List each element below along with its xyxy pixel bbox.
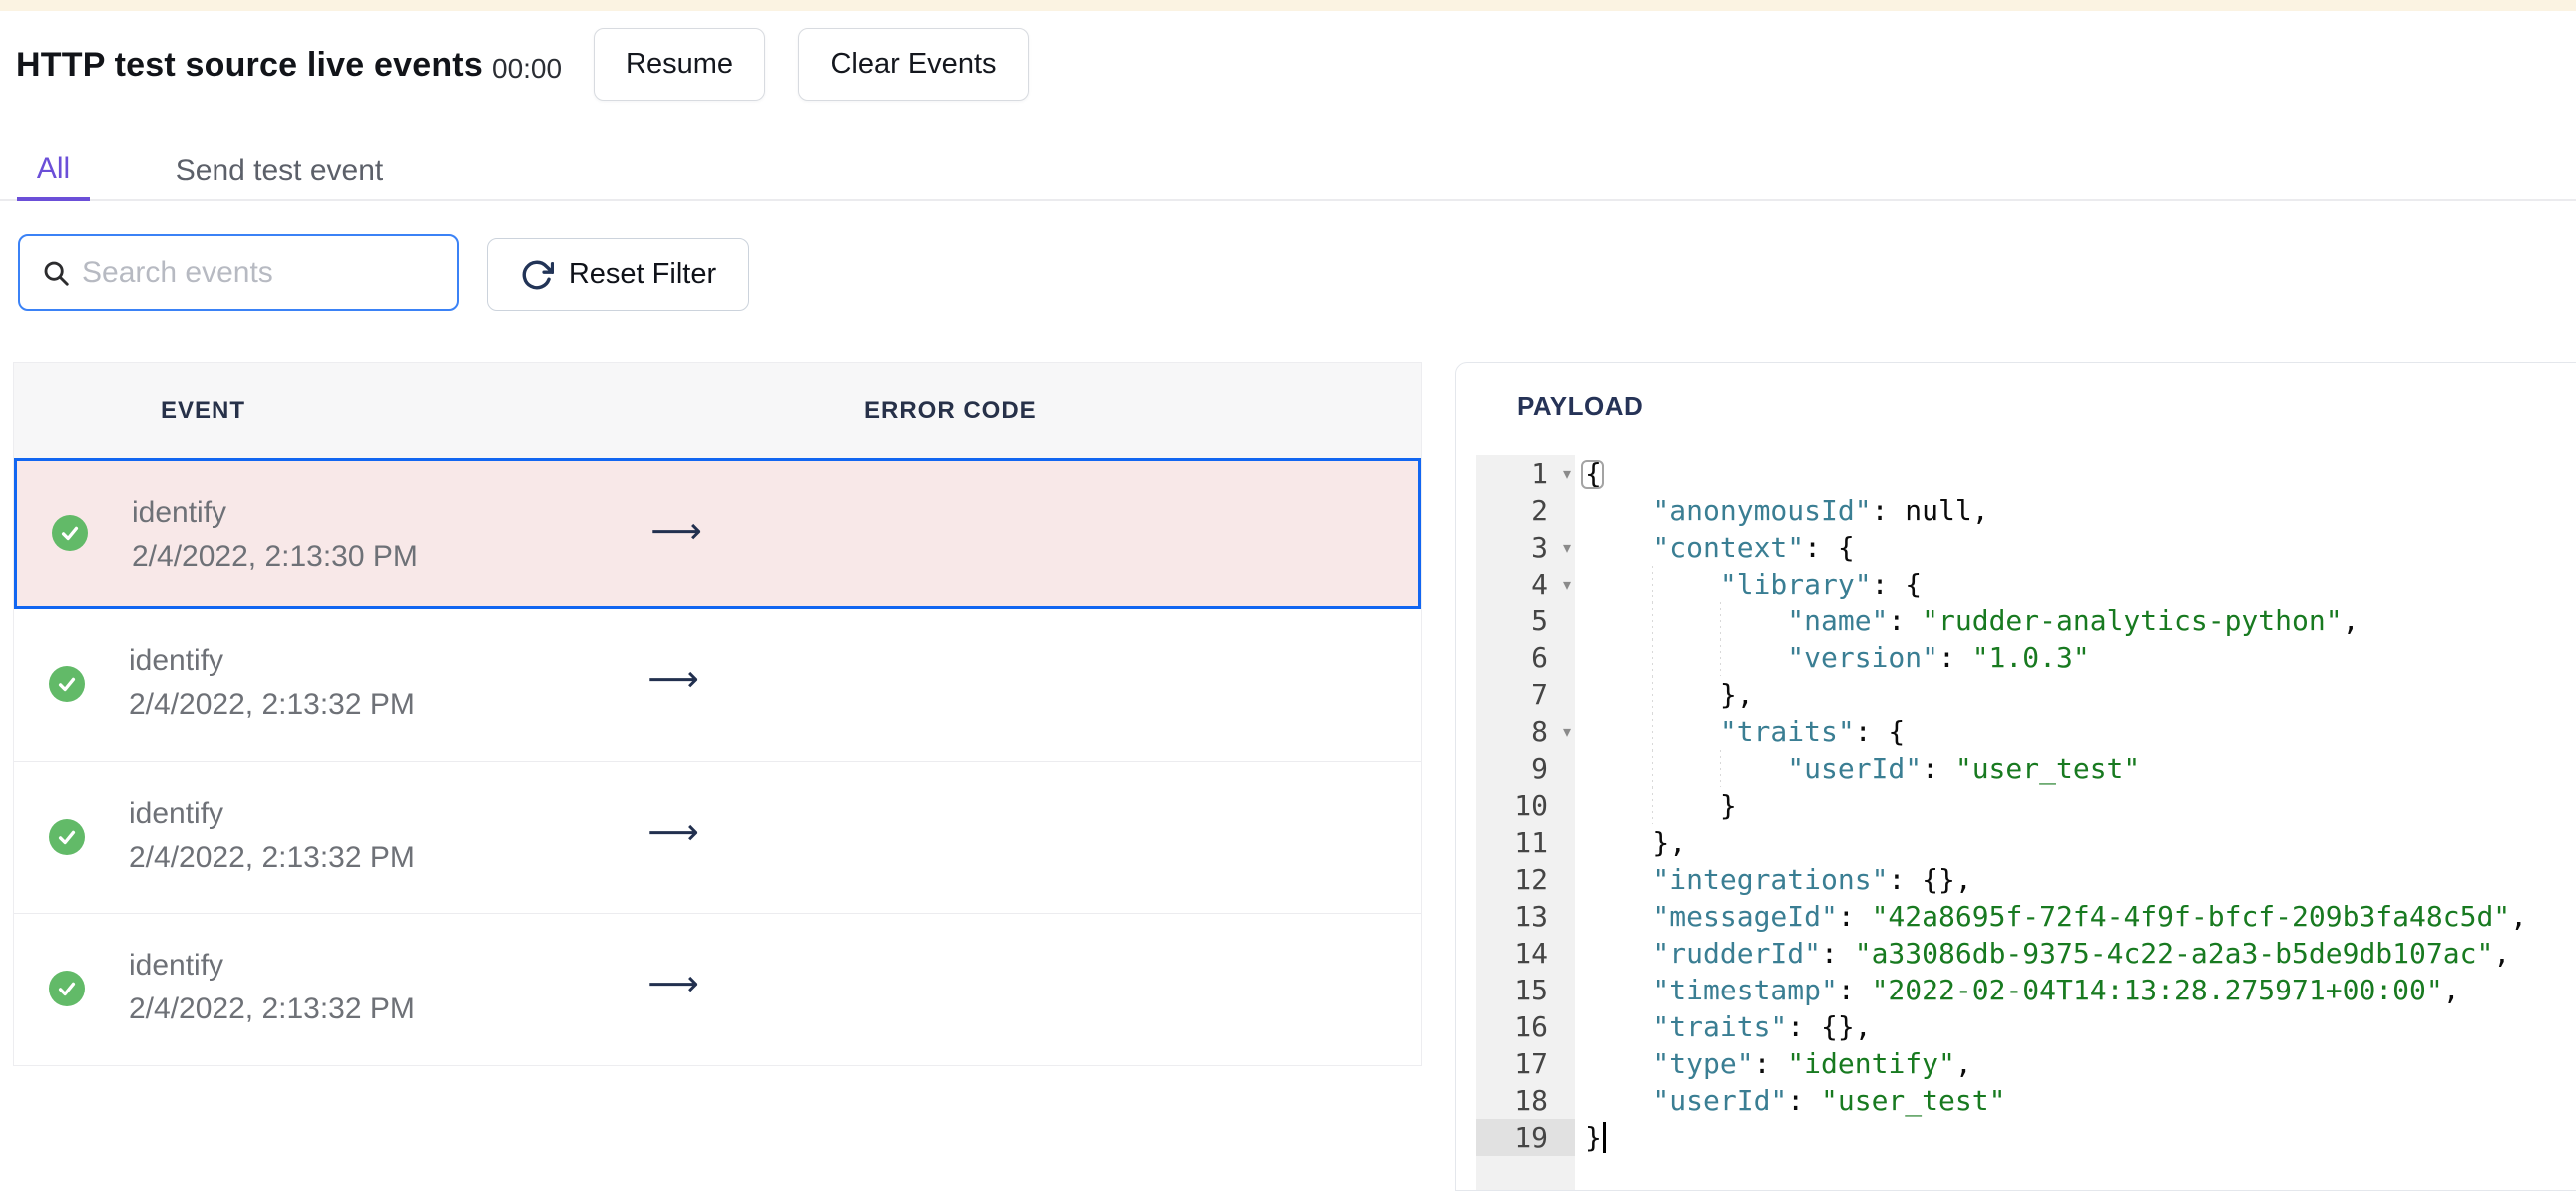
event-row[interactable]: identify 2/4/2022, 2:13:32 PM ⟶ (14, 761, 1421, 913)
text-cursor (1602, 1122, 1606, 1153)
arrow-right-icon: ⟶ (647, 812, 699, 853)
code-line[interactable]: "traits": {}, (1585, 1008, 2576, 1045)
search-events-field (18, 234, 459, 311)
code-line[interactable]: "messageId": "42a8695f-72f4-4f9f-bfcf-20… (1585, 898, 2576, 935)
code-gutter: 1 ▾ 2 3 ▾ 4 ▾ 5 6 7 8 ▾ 9 10 11 12 13 14 15 16 17 18 19 (1476, 455, 1575, 1190)
gutter-line-number: 14 (1514, 937, 1548, 970)
code-line[interactable]: }, (1585, 676, 2576, 713)
gutter-line-number: 15 (1514, 974, 1548, 1006)
payload-panel-title: PAYLOAD (1517, 391, 1644, 421)
code-line[interactable]: "timestamp": "2022-02-04T14:13:28.275971… (1585, 972, 2576, 1008)
events-table: EVENT ERROR CODE identify 2/4/2022, 2:13:… (13, 362, 1422, 1066)
gutter-line-number: 16 (1514, 1010, 1548, 1043)
environment-top-bar (0, 0, 2576, 11)
gutter-line-number: 17 (1514, 1047, 1548, 1080)
tab-all-label: All (36, 151, 71, 185)
fold-toggle-icon[interactable]: ▾ (1563, 713, 1571, 750)
event-name: identify (129, 797, 224, 830)
event-name: identify (129, 644, 224, 677)
event-timestamp: 2/4/2022, 2:13:32 PM (129, 688, 415, 721)
tab-send-test-event-label: Send test event (175, 154, 384, 187)
gutter-line-number: 2 (1531, 494, 1548, 527)
payload-code-editor[interactable]: {"anonymousId": null, "context": {"librar… (1585, 455, 2576, 1190)
resume-button[interactable]: Resume (594, 28, 765, 101)
event-timestamp: 2/4/2022, 2:13:32 PM (129, 992, 415, 1025)
code-line[interactable]: { (1585, 455, 2576, 492)
gutter-line-number: 4 ▾ (1531, 566, 1571, 602)
reset-filter-button[interactable]: Reset Filter (487, 238, 749, 311)
gutter-line-number: 9 (1531, 752, 1548, 785)
page-title: HTTP test source live events (16, 46, 483, 84)
gutter-line-number: 13 (1514, 900, 1548, 933)
code-line[interactable]: "userId": "user_test" (1585, 750, 2576, 787)
event-row[interactable]: identify 2/4/2022, 2:13:32 PM ⟶ (14, 609, 1421, 761)
status-success-icon (52, 515, 88, 551)
column-header-error-code: ERROR CODE (864, 396, 1037, 424)
code-line[interactable]: "version": "1.0.3" (1585, 639, 2576, 676)
event-name: identify (132, 496, 227, 529)
reset-filter-label: Reset Filter (568, 258, 717, 290)
gutter-line-number: 10 (1514, 789, 1548, 822)
column-header-event: EVENT (161, 396, 246, 424)
gutter-line-number: 18 (1514, 1084, 1548, 1117)
code-line[interactable]: "name": "rudder-analytics-python", (1585, 602, 2576, 639)
events-table-header: EVENT ERROR CODE (14, 363, 1421, 458)
matching-brace-highlight: { (1585, 457, 1602, 490)
fold-toggle-icon[interactable]: ▾ (1563, 529, 1571, 566)
fold-toggle-icon[interactable]: ▾ (1563, 455, 1571, 492)
live-events-page: HTTP test source live events 00:00 Resum… (0, 0, 2576, 1191)
gutter-line-number: 5 (1531, 604, 1548, 637)
code-line[interactable]: "type": "identify", (1585, 1045, 2576, 1082)
arrow-right-icon: ⟶ (647, 659, 699, 700)
tab-send-test-event[interactable]: Send test event (150, 140, 409, 201)
code-line[interactable]: "integrations": {}, (1585, 861, 2576, 898)
event-timestamp: 2/4/2022, 2:13:32 PM (129, 841, 415, 874)
code-line[interactable]: "userId": "user_test" (1585, 1082, 2576, 1119)
event-row[interactable]: identify 2/4/2022, 2:13:32 PM ⟶ (14, 913, 1421, 1064)
gutter-line-number: 1 ▾ (1531, 455, 1571, 492)
event-timestamp: 2/4/2022, 2:13:30 PM (132, 540, 418, 573)
fold-toggle-icon[interactable]: ▾ (1563, 566, 1571, 602)
code-line[interactable]: "anonymousId": null, (1585, 492, 2576, 529)
code-line[interactable]: "library": { (1585, 566, 2576, 602)
event-row[interactable]: identify 2/4/2022, 2:13:30 PM ⟶ (14, 458, 1421, 609)
gutter-line-number: 11 (1514, 826, 1548, 859)
gutter-line-number: 8 ▾ (1531, 713, 1571, 750)
gutter-line-number: 3 ▾ (1531, 529, 1571, 566)
clear-events-button[interactable]: Clear Events (798, 28, 1029, 101)
gutter-line-number: 6 (1531, 641, 1548, 674)
search-input[interactable] (18, 234, 459, 311)
clear-events-button-label: Clear Events (830, 48, 997, 80)
code-line[interactable]: }, (1585, 824, 2576, 861)
code-line[interactable]: "context": { (1585, 529, 2576, 566)
arrow-right-icon: ⟶ (650, 511, 702, 552)
tab-all[interactable]: All (17, 140, 90, 201)
status-success-icon (49, 819, 85, 855)
event-name: identify (129, 949, 224, 982)
recording-timer: 00:00 (492, 53, 563, 84)
status-success-icon (49, 666, 85, 702)
status-success-icon (49, 971, 85, 1006)
refresh-icon (522, 260, 554, 289)
gutter-line-number: 7 (1531, 678, 1548, 711)
gutter-line-number: 12 (1514, 863, 1548, 896)
code-line[interactable]: "rudderId": "a33086db-9375-4c22-a2a3-b5d… (1585, 935, 2576, 972)
code-line[interactable]: "traits": { (1585, 713, 2576, 750)
code-line[interactable]: } (1585, 1119, 2576, 1156)
arrow-right-icon: ⟶ (647, 964, 699, 1004)
event-rows: identify 2/4/2022, 2:13:30 PM ⟶ identify 2/4… (14, 458, 1421, 1064)
payload-panel: PAYLOAD 1 ▾ 2 3 ▾ 4 ▾ 5 6 7 8 ▾ 9 10 11 12 13 14 15 16 17 18 1… (1455, 362, 2576, 1191)
gutter-line-number: 19 (1476, 1119, 1575, 1156)
resume-button-label: Resume (626, 48, 733, 80)
code-line[interactable]: } (1585, 787, 2576, 824)
